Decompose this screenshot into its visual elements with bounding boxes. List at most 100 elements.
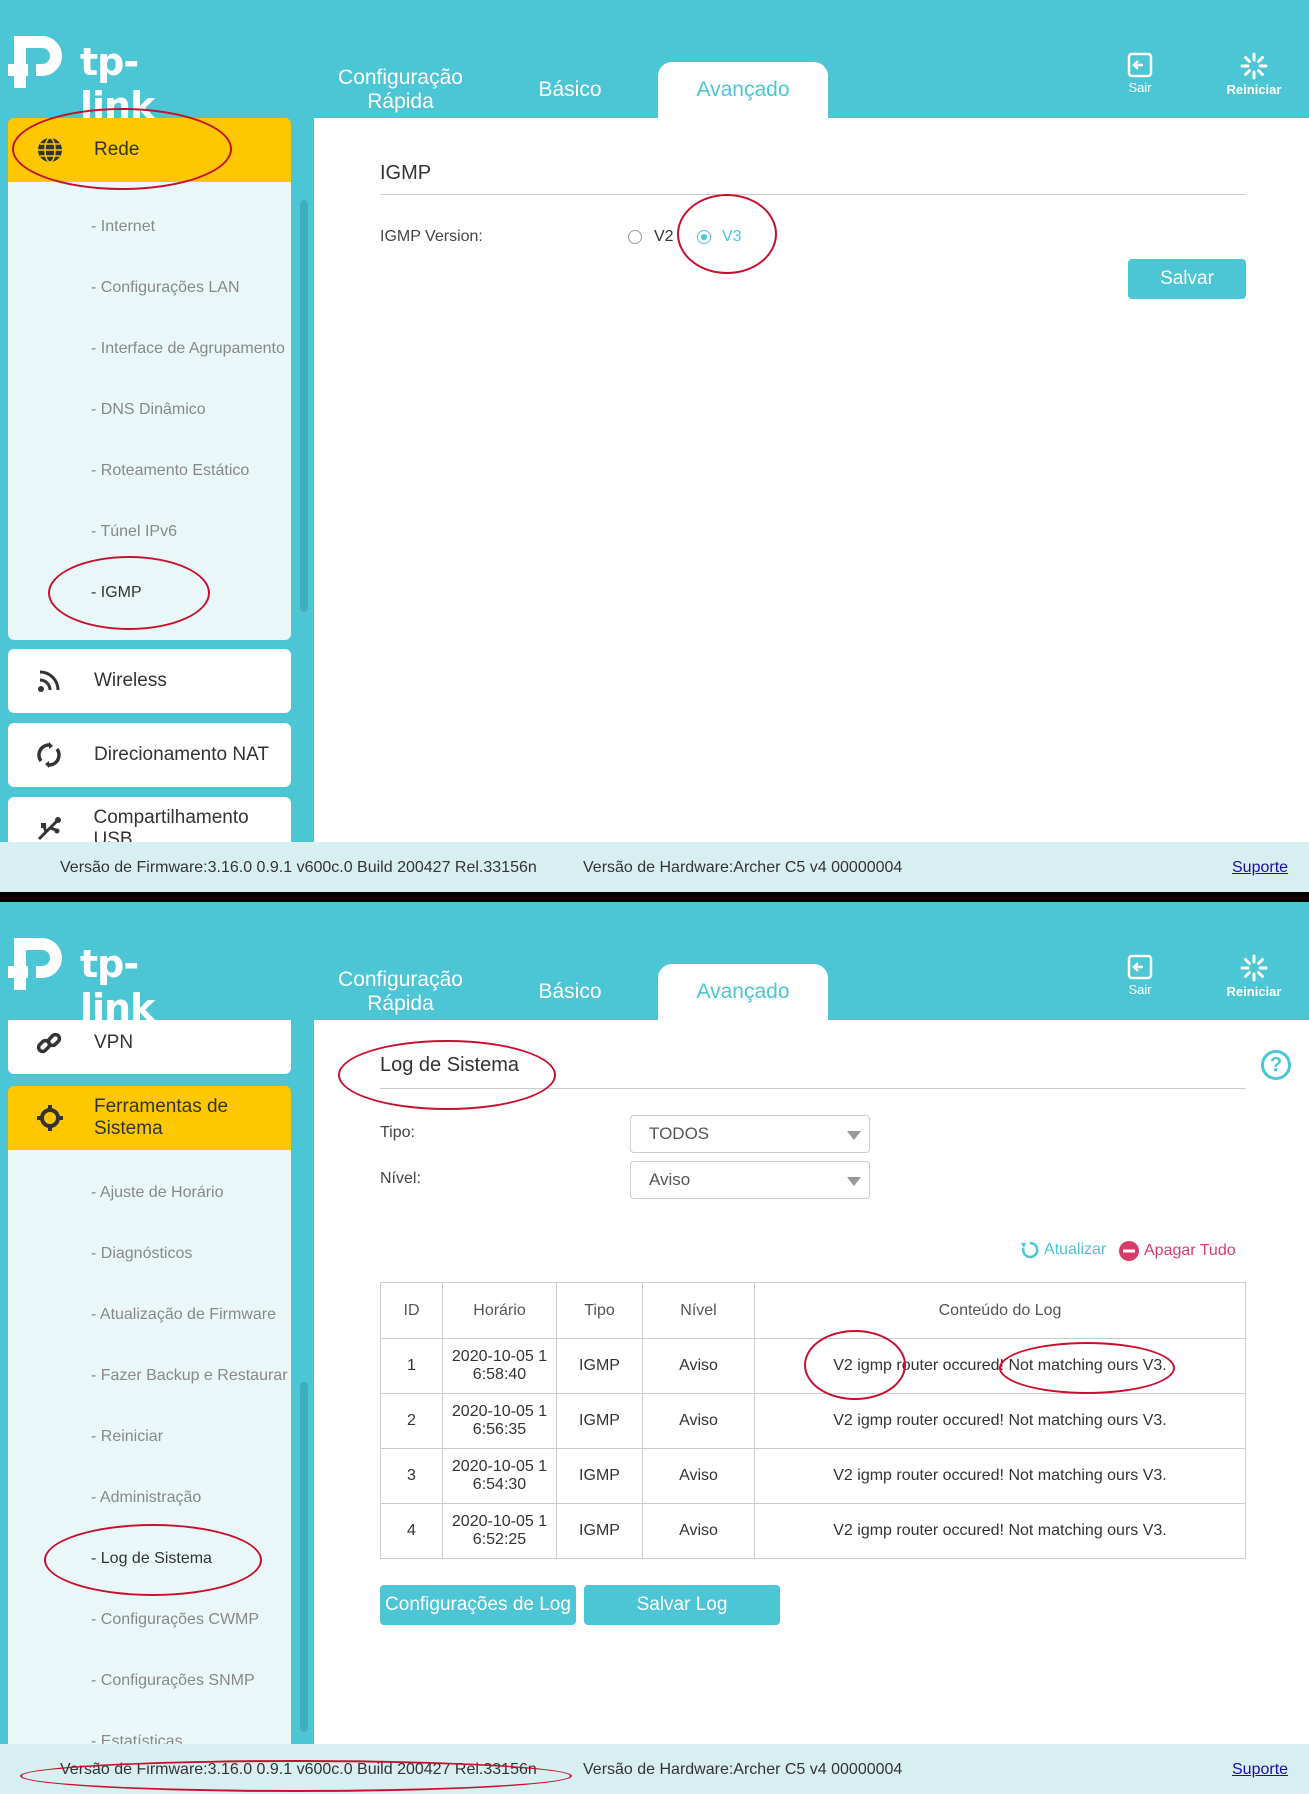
tp-link-logo-icon xyxy=(8,36,62,88)
logout-button[interactable]: Sair xyxy=(1100,954,1180,1006)
network-submenu: - Internet - Configurações LAN - Interfa… xyxy=(8,182,291,640)
logout-label: Sair xyxy=(1128,80,1152,95)
logout-icon xyxy=(1127,954,1153,980)
support-link[interactable]: Suporte xyxy=(1232,1761,1288,1779)
clear-all-button[interactable]: Apagar Tudo xyxy=(1118,1240,1236,1262)
vpn-link-icon xyxy=(36,1032,62,1054)
reboot-label: Reiniciar xyxy=(1226,984,1282,999)
sidebar-item-usb-sharing[interactable]: Compartilhamento USB xyxy=(8,797,291,842)
cell-time: 2020-10-05 1 6:56:35 xyxy=(442,1393,557,1449)
cell-id: 4 xyxy=(380,1503,443,1559)
sidebar-item-nat-forwarding[interactable]: Direcionamento NAT xyxy=(8,723,291,787)
tab-quick-setup[interactable]: Configuração Rápida xyxy=(318,966,483,1018)
igmp-content: IGMP IGMP Version: V2 V3 Salvar xyxy=(314,118,1309,842)
cell-time: 2020-10-05 1 6:54:30 xyxy=(442,1448,557,1504)
logout-button[interactable]: Sair xyxy=(1100,52,1180,104)
nat-forwarding-icon xyxy=(37,742,61,768)
sidebar-scrollbar[interactable] xyxy=(300,1382,308,1732)
radio-v3-label: V3 xyxy=(722,228,742,245)
sidebar-item-network-label: Rede xyxy=(94,139,140,160)
submenu-time-settings[interactable]: - Ajuste de Horário xyxy=(91,1184,224,1202)
level-label: Nível: xyxy=(380,1170,421,1187)
radio-v2[interactable] xyxy=(628,230,642,244)
cell-content: V2 igmp router occured! Not matching our… xyxy=(754,1448,1246,1504)
logo-text: tp-link xyxy=(80,942,155,1030)
tp-link-logo-icon xyxy=(8,938,62,990)
chevron-down-icon xyxy=(847,1131,861,1140)
sidebar: VPN Ferramentas de Sistema - Ajuste de H… xyxy=(8,1020,291,1744)
submenu-ipv6-tunnel[interactable]: - Túnel IPv6 xyxy=(91,523,177,541)
submenu-internet[interactable]: - Internet xyxy=(91,218,155,236)
title-divider xyxy=(380,1088,1246,1089)
firmware-version: Versão de Firmware:3.16.0 0.9.1 v600c.0 … xyxy=(60,1761,537,1778)
hardware-version: Versão de Hardware:Archer C5 v4 00000004 xyxy=(583,859,903,876)
cell-level: Aviso xyxy=(642,1503,755,1559)
tab-basic[interactable]: Básico xyxy=(520,966,620,1018)
tab-quick-setup[interactable]: Configuração Rápida xyxy=(318,64,483,116)
sidebar-item-network[interactable]: Rede xyxy=(8,118,291,182)
cell-time-text: 2020-10-05 1 6:56:35 xyxy=(451,1403,548,1438)
save-button[interactable]: Salvar xyxy=(1128,259,1246,299)
sidebar-scrollbar[interactable] xyxy=(300,200,308,612)
tp-link-logo[interactable]: tp-link xyxy=(8,26,188,128)
submenu-administration[interactable]: - Administração xyxy=(91,1489,201,1507)
sidebar-item-usb-sharing-label: Compartilhamento USB xyxy=(93,807,249,842)
screenshot-system-log: tp-link Configuração Rápida Básico Avanç… xyxy=(0,902,1309,1794)
chevron-down-icon xyxy=(847,1177,861,1186)
type-select[interactable]: TODOS xyxy=(630,1115,870,1153)
radio-v3[interactable] xyxy=(697,230,711,244)
system-tools-submenu: - Ajuste de Horário - Diagnósticos - Atu… xyxy=(8,1150,291,1744)
tab-basic[interactable]: Básico xyxy=(520,64,620,116)
submenu-dynamic-dns[interactable]: - DNS Dinâmico xyxy=(91,401,206,419)
submenu-bridging-interface[interactable]: - Interface de Agrupamento xyxy=(91,340,285,358)
reboot-label: Reiniciar xyxy=(1226,82,1282,97)
help-icon[interactable]: ? xyxy=(1261,1050,1291,1080)
submenu-static-routing[interactable]: - Roteamento Estático xyxy=(91,462,249,480)
submenu-igmp[interactable]: - IGMP xyxy=(91,584,142,602)
support-link[interactable]: Suporte xyxy=(1232,859,1288,877)
submenu-system-log[interactable]: - Log de Sistema xyxy=(91,1550,212,1568)
submenu-backup-restore[interactable]: - Fazer Backup e Restaurar xyxy=(91,1367,288,1385)
page-title: Log de Sistema xyxy=(380,1054,519,1076)
level-select-value: Aviso xyxy=(649,1170,691,1189)
sidebar: Rede - Internet - Configurações LAN - In… xyxy=(8,118,291,842)
column-header-time: Horário xyxy=(442,1282,557,1339)
refresh-button[interactable]: Atualizar xyxy=(1020,1240,1106,1260)
type-select-value: TODOS xyxy=(649,1124,710,1143)
save-log-button[interactable]: Salvar Log xyxy=(584,1585,780,1625)
cell-time: 2020-10-05 1 6:52:25 xyxy=(442,1503,557,1559)
cell-id: 1 xyxy=(380,1338,443,1394)
sidebar-item-wireless[interactable]: Wireless xyxy=(8,649,291,713)
type-label: Tipo: xyxy=(380,1124,415,1141)
sidebar-item-vpn[interactable]: VPN xyxy=(8,1020,291,1074)
table-row: 2 2020-10-05 1 6:56:35 IGMP Aviso V2 igm… xyxy=(380,1393,1246,1449)
reboot-icon xyxy=(1240,954,1268,982)
reboot-icon xyxy=(1240,52,1268,80)
reboot-button[interactable]: Reiniciar xyxy=(1214,954,1294,1006)
sidebar-item-system-tools[interactable]: Ferramentas de Sistema xyxy=(8,1086,291,1150)
tab-advanced[interactable]: Avançado xyxy=(658,964,828,1020)
sidebar-item-nat-forwarding-label: Direcionamento NAT xyxy=(94,744,269,765)
submenu-lan-settings[interactable]: - Configurações LAN xyxy=(91,279,240,297)
cell-type: IGMP xyxy=(556,1393,643,1449)
footer: Versão de Firmware:3.16.0 0.9.1 v600c.0 … xyxy=(0,842,1309,892)
submenu-diagnostics[interactable]: - Diagnósticos xyxy=(91,1245,192,1263)
level-select[interactable]: Aviso xyxy=(630,1161,870,1199)
submenu-reboot[interactable]: - Reiniciar xyxy=(91,1428,163,1446)
submenu-snmp-settings[interactable]: - Configurações SNMP xyxy=(91,1672,255,1690)
submenu-cwmp-settings[interactable]: - Configurações CWMP xyxy=(91,1611,259,1629)
sidebar-item-wireless-label: Wireless xyxy=(94,670,167,691)
log-settings-button[interactable]: Configurações de Log xyxy=(380,1585,576,1625)
tp-link-logo[interactable]: tp-link xyxy=(8,928,188,1030)
column-header-id: ID xyxy=(380,1282,443,1339)
table-row: 1 2020-10-05 1 6:58:40 IGMP Aviso V2 igm… xyxy=(380,1338,1246,1394)
submenu-statistics[interactable]: - Estatísticas xyxy=(91,1733,183,1744)
globe-icon xyxy=(38,137,62,163)
submenu-firmware-upgrade[interactable]: - Atualização de Firmware xyxy=(91,1306,276,1324)
reboot-button[interactable]: Reiniciar xyxy=(1214,52,1294,104)
cell-time-text: 2020-10-05 1 6:52:25 xyxy=(451,1513,548,1548)
logo-text: tp-link xyxy=(80,40,155,128)
tab-advanced[interactable]: Avançado xyxy=(658,62,828,118)
cell-id: 3 xyxy=(380,1448,443,1504)
cell-level: Aviso xyxy=(642,1448,755,1504)
